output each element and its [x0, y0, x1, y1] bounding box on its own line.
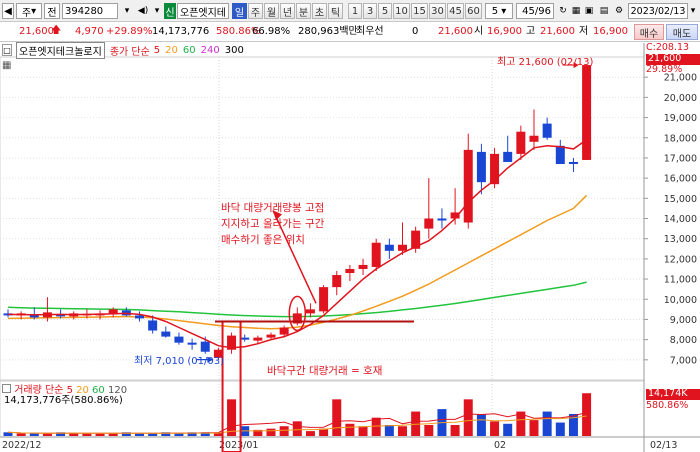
volume-bar	[398, 426, 407, 436]
volume-bar	[279, 426, 289, 436]
volume-bar	[542, 411, 552, 436]
y-tick-label: 17,000	[664, 153, 697, 164]
high-annotation: 최고 21,600 (02/13)	[497, 57, 594, 68]
y-tick-label: 15,000	[664, 194, 697, 205]
candle-body	[135, 315, 144, 319]
candle-body	[253, 337, 263, 341]
candle-body	[174, 336, 184, 343]
candle-body	[266, 334, 276, 338]
candle-body	[371, 242, 381, 267]
volume-bar	[82, 433, 92, 436]
candle-body	[582, 65, 592, 160]
y-tick-label: 8,000	[670, 335, 697, 346]
x-tick-label: 2022/12	[2, 440, 41, 451]
candle-body	[148, 320, 158, 331]
volume-bar	[16, 433, 26, 436]
volume-bar	[345, 423, 355, 436]
volume-bar	[305, 431, 315, 436]
legend-ma240: 240	[200, 44, 220, 56]
volume-value-label: 14,173,776주(580.86%)	[4, 395, 123, 406]
y-tick-label: 14,000	[664, 214, 697, 225]
candle-body	[424, 218, 434, 229]
volume-bar	[69, 433, 79, 436]
candle-body	[555, 145, 565, 164]
candle-body	[384, 244, 394, 251]
volume-bar	[42, 433, 52, 436]
right-top-label: C:208.13	[646, 42, 690, 53]
candle-body	[319, 287, 329, 312]
y-tick-label: 20,000	[664, 93, 697, 104]
candle-body	[345, 268, 355, 274]
volume-bar	[503, 423, 513, 436]
y-tick-label: 7,000	[670, 355, 697, 366]
candle-body	[476, 151, 486, 183]
volume-bar	[227, 399, 237, 436]
legend-ma20: 20	[165, 44, 178, 56]
volume-bar	[358, 426, 368, 436]
rate-tag: 29.89%	[646, 64, 683, 75]
legend-toggle-icon[interactable]: □	[2, 44, 12, 56]
legend-ma5: 5	[153, 44, 161, 56]
volume-bar	[490, 421, 500, 436]
x-tick-label: 2023/01	[219, 440, 258, 451]
y-tick-label: 18,000	[664, 133, 697, 144]
volume-tag: 14,174K	[646, 389, 700, 400]
volume-bar	[292, 421, 302, 436]
candle-body	[161, 331, 171, 337]
candle-body	[398, 244, 407, 251]
volume-rate-tag: 580.86%	[646, 400, 689, 411]
candle-body	[187, 342, 197, 345]
candle-body	[542, 123, 552, 138]
volume-bar	[450, 425, 460, 436]
volume-bar	[148, 433, 158, 436]
candle-body	[358, 264, 368, 269]
y-tick-label: 9,000	[670, 315, 697, 326]
candle-body	[568, 161, 578, 164]
volume-bar	[29, 433, 39, 436]
x-tick-label: 02/13	[650, 440, 677, 451]
volume-bar	[174, 433, 184, 436]
x-tick-label: 02	[494, 440, 506, 451]
y-tick-label: 10,000	[664, 295, 697, 306]
volume-bar	[529, 420, 539, 436]
candle-body	[332, 275, 342, 288]
candle-body	[305, 309, 315, 314]
table-icon[interactable]: ▦	[2, 61, 11, 71]
y-tick-label: 19,000	[664, 113, 697, 124]
note-text: 바닥 대량거래량봉 고점 지지하고 올라가는 구간 매수하기 좋은 위치	[221, 202, 325, 246]
y-tick-label: 11,000	[664, 275, 697, 286]
candle-body	[200, 341, 210, 352]
volume-bar	[424, 425, 434, 436]
legend-ma60: 60	[182, 44, 196, 56]
y-tick-label: 13,000	[664, 234, 697, 245]
volume-legend-toggle-icon[interactable]	[2, 384, 11, 393]
volume-bar	[555, 422, 565, 436]
candle-body	[279, 327, 289, 335]
volume-bar	[266, 428, 276, 436]
volume-bar	[582, 393, 592, 436]
candle-body	[463, 149, 473, 223]
volume-bar	[476, 414, 486, 436]
candle-body	[516, 131, 526, 154]
volume-bar	[135, 433, 144, 436]
volume-bar	[371, 417, 381, 436]
candle-body	[503, 151, 513, 162]
volume-bar	[108, 433, 118, 436]
price-legend: □ 오픈엣지테크놀로지 종가 단순 5 20 60 240 300	[0, 41, 244, 59]
candle-body	[437, 218, 447, 221]
bottom-note: 바닥구간 대량거래 = 호재	[267, 365, 383, 377]
volume-bar	[95, 433, 105, 436]
low-annotation: 최저 7,010 (01/03)	[134, 356, 225, 367]
volume-bar	[384, 425, 394, 436]
y-tick-label: 16,000	[664, 174, 697, 185]
volume-bar	[463, 399, 473, 436]
candle-body	[529, 135, 539, 142]
volume-bar	[332, 399, 342, 436]
legend-ma300: 300	[224, 44, 244, 56]
legend-price-label: 종가 단순	[109, 46, 150, 58]
y-tick-label: 12,000	[664, 254, 697, 265]
legend-title[interactable]: 오픈엣지테크놀로지	[16, 41, 105, 59]
